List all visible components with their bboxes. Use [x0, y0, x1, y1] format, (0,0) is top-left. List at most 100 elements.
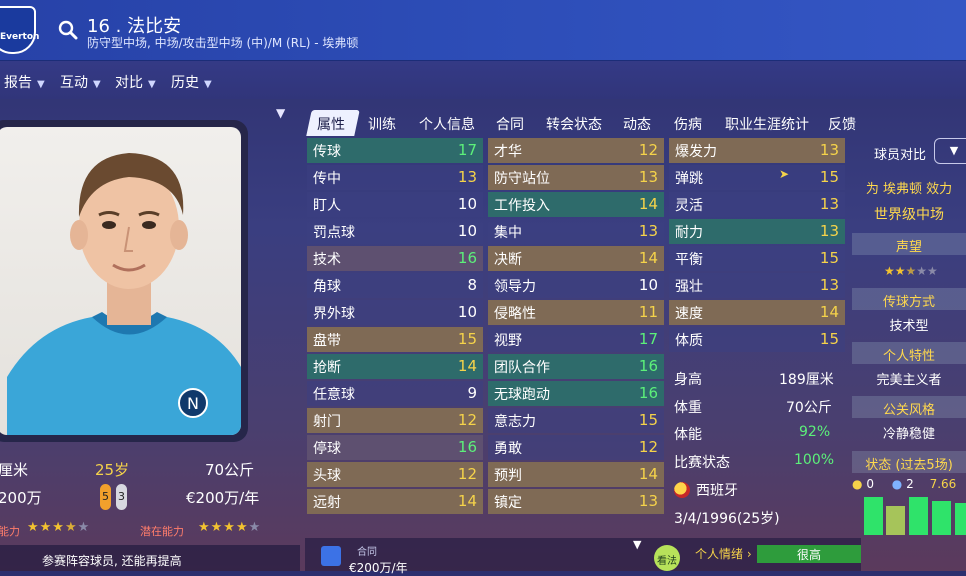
contract-strip: 合同 €200万/年 ▼ 看法 个人情绪 › 很高 [305, 538, 861, 575]
tab-injury[interactable]: 伤病 [674, 114, 702, 134]
club-crest-icon[interactable]: Everton [0, 6, 40, 54]
current-ability-stars: ★★★★★ [27, 520, 91, 535]
player-positions: 防守型中场, 中场/攻击型中场 (中)/M (RL) - 埃弗顿 [87, 36, 359, 50]
passing-style-value: 技术型 [889, 319, 929, 334]
attribute-row[interactable]: 强壮 13 [669, 273, 845, 298]
attribute-row[interactable]: 侵略性 11 [488, 300, 664, 325]
tab-attributes[interactable]: 属性 [317, 114, 345, 134]
attribute-row[interactable]: 意志力 15 [488, 408, 664, 433]
attribute-row[interactable]: 平衡 15 [669, 246, 845, 271]
attribute-row[interactable]: 射门 12 [307, 408, 483, 433]
right-info-panel: 球员对比 ▼ 为 埃弗顿 效力 世界级中场 声望 ★★★★★ 传球方式 技术型 … [850, 135, 966, 571]
mood-label[interactable]: 个人情绪 › [695, 545, 752, 562]
player-portrait-icon: N [7, 153, 241, 435]
attribute-row[interactable]: 界外球 10 [307, 300, 483, 325]
club-crest-label: Everton [0, 32, 40, 42]
attribute-row[interactable]: 灵活 13 [669, 192, 845, 217]
attribute-row[interactable]: 防守站位 13 [488, 165, 664, 190]
attribute-row[interactable]: 镇定 13 [488, 489, 664, 514]
right-foot-badge: 3 [116, 484, 127, 510]
attribute-row[interactable]: 头球 12 [307, 462, 483, 487]
physical-attributes: 爆发力 13 弹跳 ➤ 15 灵活 13 耐力 13 平衡 15 强壮 13 速度 14 体质 1… [669, 138, 845, 354]
attribute-row[interactable]: 爆发力 13 [669, 138, 845, 163]
attribute-row[interactable]: 工作投入 14 [488, 192, 664, 217]
form-rating: 7.66 [929, 477, 957, 491]
attribute-row[interactable]: 抢断 14 [307, 354, 483, 379]
attribute-row[interactable]: 角球 8 [307, 273, 483, 298]
contract-icon [321, 546, 341, 566]
nation-flag-icon [674, 482, 690, 498]
bio-fitness-value: 92% [799, 424, 831, 440]
menu-history[interactable]: 历史 ▼ [171, 72, 212, 92]
attribute-row[interactable]: 体质 15 [669, 327, 845, 352]
profile-tabs: 属性 训练 个人信息 合同 转会状态 动态 伤病 职业生涯统计 反馈 [305, 108, 861, 136]
tab-contract[interactable]: 合同 [496, 114, 524, 134]
bio-nation-text: 西班牙 [696, 483, 738, 499]
attribute-row[interactable]: 集中 13 [488, 219, 664, 244]
attribute-row[interactable]: 团队合作 16 [488, 354, 664, 379]
bio-weight-value: 70公斤 [786, 400, 832, 416]
player-photo: N [0, 127, 241, 435]
player-compare-label[interactable]: 球员对比 [874, 144, 926, 163]
attribute-row[interactable]: 无球跑动 16 [488, 381, 664, 406]
attribute-row[interactable]: 停球 16 [307, 435, 483, 460]
attribute-row[interactable]: 决断 14 [488, 246, 664, 271]
menu-compare[interactable]: 对比 ▼ [115, 72, 156, 92]
media-style-value: 冷静稳健 [882, 427, 935, 442]
profile-weight: 70公斤 [205, 461, 255, 479]
attribute-row[interactable]: 弹跳 ➤ 15 [669, 165, 845, 190]
attribute-row[interactable]: 视野 17 [488, 327, 664, 352]
reputation-header: 声望 [852, 233, 966, 255]
tab-news[interactable]: 动态 [623, 114, 651, 134]
menu-interact[interactable]: 互动 ▼ [60, 72, 101, 92]
tab-career-stats[interactable]: 职业生涯统计 [725, 114, 809, 134]
expand-chevron-icon[interactable]: ▼ [633, 538, 641, 551]
contract-label: 合同 [357, 547, 377, 558]
trend-up-icon: ➤ [779, 167, 790, 181]
player-level: 世界级中场 [874, 207, 944, 223]
compare-dropdown-chevron-icon[interactable]: ▼ [934, 138, 966, 164]
attribute-row[interactable]: 速度 14 [669, 300, 845, 325]
bio-height-value: 189厘米 [779, 372, 834, 388]
profile-age: 25岁 [95, 461, 130, 479]
attribute-row[interactable]: 传球 17 [307, 138, 483, 163]
profile-height: 厘米 [0, 461, 29, 479]
bio-nation[interactable]: 西班牙 [674, 480, 738, 500]
attribute-row[interactable]: 盘带 15 [307, 327, 483, 352]
profile-value: 200万 [0, 489, 42, 507]
collapse-chevron-icon[interactable]: ▼ [276, 106, 285, 120]
tab-personal[interactable]: 个人信息 [419, 114, 475, 134]
chevron-down-icon: ▼ [37, 79, 45, 90]
attribute-row[interactable]: 勇敢 12 [488, 435, 664, 460]
search-icon[interactable] [58, 20, 78, 40]
mood-value-bar: 很高 [757, 545, 861, 563]
potential-ability-label: 潜在能力 [140, 525, 184, 538]
attribute-row[interactable]: 远射 14 [307, 489, 483, 514]
left-foot-badge: 5 [100, 484, 111, 510]
chevron-down-icon: ▼ [148, 79, 156, 90]
advice-badge[interactable]: 看法 [654, 545, 680, 571]
attribute-row[interactable]: 预判 14 [488, 462, 664, 487]
bio-dob: 3/4/1996(25岁) [674, 511, 780, 527]
form-bar [932, 501, 951, 535]
tab-transfer[interactable]: 转会状态 [546, 114, 602, 134]
bio-height-label: 身高 [674, 372, 702, 388]
attribute-row[interactable]: 传中 13 [307, 165, 483, 190]
mental-attributes: 才华 12 防守站位 13 工作投入 14 集中 13 决断 14 领导力 10 侵略性 11… [488, 138, 664, 516]
bio-fitness-label: 体能 [674, 427, 702, 443]
menu-report[interactable]: 报告 ▼ [4, 72, 45, 92]
attribute-row[interactable]: 才华 12 [488, 138, 664, 163]
current-ability-label: 能力 [0, 525, 20, 538]
reputation-stars: ★★★★★ [884, 264, 938, 278]
attribute-row[interactable]: 领导力 10 [488, 273, 664, 298]
attribute-row[interactable]: 技术 16 [307, 246, 483, 271]
attribute-row[interactable]: 盯人 10 [307, 192, 483, 217]
tab-feedback[interactable]: 反馈 [828, 114, 856, 134]
attribute-row[interactable]: 罚点球 10 [307, 219, 483, 244]
bio-match-value: 100% [794, 452, 835, 468]
goals-icon: ● [852, 477, 863, 491]
attribute-row[interactable]: 耐力 13 [669, 219, 845, 244]
attribute-row[interactable]: 任意球 9 [307, 381, 483, 406]
tab-training[interactable]: 训练 [368, 114, 396, 134]
chevron-down-icon: ▼ [204, 79, 212, 90]
